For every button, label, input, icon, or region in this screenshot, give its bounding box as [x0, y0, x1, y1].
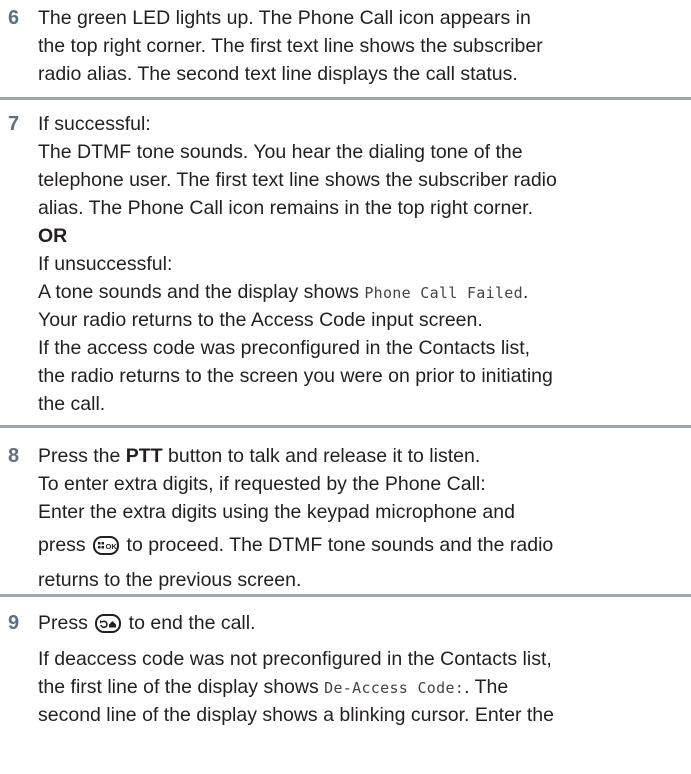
svg-text:OK: OK	[106, 542, 118, 551]
text-segment: Press	[38, 612, 94, 634]
back-home-key-icon	[95, 614, 122, 634]
step-number: 6	[8, 7, 20, 29]
text-segment: to end the call.	[123, 612, 256, 634]
text-segment: A tone sounds and the display shows	[38, 281, 365, 303]
step-text: If successful: The DTMF tone sounds. You…	[38, 110, 687, 418]
text-segment: press	[38, 534, 92, 556]
text-segment: the first line of the display shows	[38, 676, 325, 698]
text-segment: . The	[464, 676, 509, 698]
step-number: 8	[8, 445, 20, 467]
step-text: Press the PTT button to talk and release…	[38, 442, 687, 594]
divider	[0, 97, 691, 100]
text-line: The DTMF tone sounds. You hear the diali…	[38, 141, 523, 163]
text-line: second line of the display shows a blink…	[38, 704, 554, 726]
ptt-label: PTT	[125, 445, 163, 467]
text-line: the call.	[38, 393, 106, 415]
step-number: 9	[8, 612, 20, 634]
display-text: De-Access Code:	[324, 679, 465, 697]
text-line: returns to the previous screen.	[38, 569, 302, 591]
step-text: Press to end the call. If deaccess code …	[38, 609, 687, 729]
text-segment: Press the	[38, 445, 126, 467]
text-line: If the access code was preconfigured in …	[38, 337, 531, 359]
text-line: Press to end the call.	[38, 609, 687, 637]
text-segment: button to talk and release it to listen.	[162, 445, 481, 467]
step-text: The green LED lights up. The Phone Call …	[38, 4, 687, 88]
text-segment: .	[522, 281, 529, 303]
text-line: the top right corner. The first text lin…	[38, 35, 543, 57]
text-line: If deaccess code was not preconfigured i…	[38, 648, 552, 670]
text-line: A tone sounds and the display shows Phon…	[38, 278, 687, 306]
text-segment: to proceed. The DTMF tone sounds and the…	[121, 534, 554, 556]
text-line: To enter extra digits, if requested by t…	[38, 473, 486, 495]
text-line: the first line of the display shows De-A…	[38, 673, 687, 701]
menu-ok-key-icon: OK	[93, 536, 120, 556]
text-line: If successful:	[38, 113, 151, 135]
display-text: Phone Call Failed	[364, 284, 523, 302]
text-line: Your radio returns to the Access Code in…	[38, 309, 483, 331]
divider	[0, 425, 691, 428]
or-label: OR	[38, 225, 68, 247]
text-line: OR	[38, 222, 687, 250]
text-line: press OK to proceed. The DTMF tone sound…	[38, 526, 687, 562]
text-line: Press the PTT button to talk and release…	[38, 442, 687, 470]
text-line: alias. The Phone Call icon remains in th…	[38, 197, 533, 219]
text-line: The green LED lights up. The Phone Call …	[38, 7, 531, 29]
divider	[0, 594, 691, 597]
text-line: telephone user. The first text line show…	[38, 169, 557, 191]
step-number: 7	[8, 113, 20, 135]
text-line: Enter the extra digits using the keypad …	[38, 501, 515, 523]
text-line: radio alias. The second text line displa…	[38, 63, 518, 85]
text-line: the radio returns to the screen you were…	[38, 365, 553, 387]
text-line: If unsuccessful:	[38, 253, 173, 275]
